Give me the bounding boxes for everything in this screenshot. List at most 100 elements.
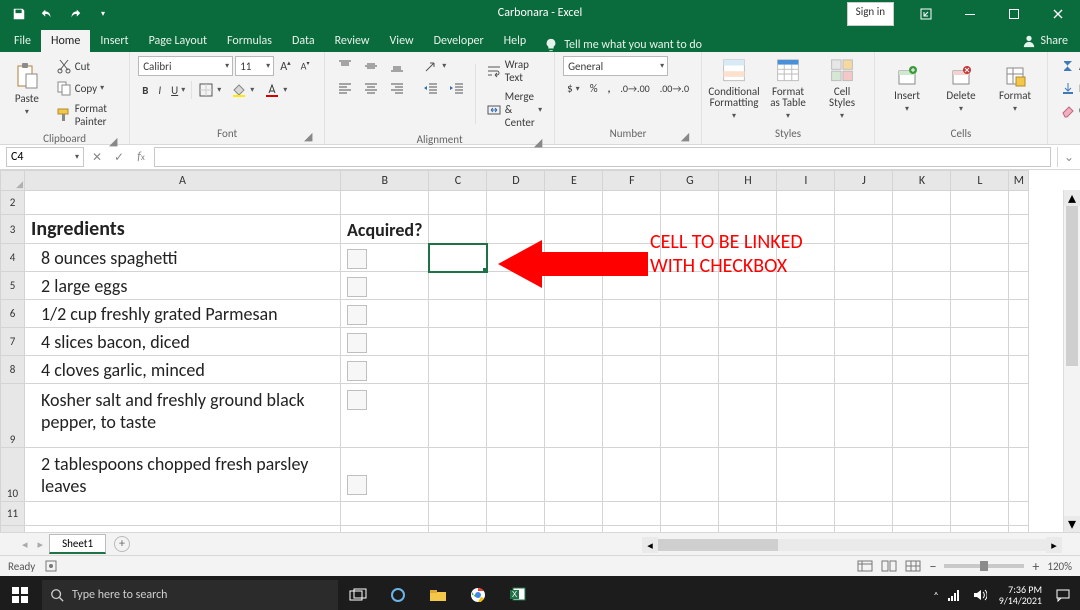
font-launcher-icon[interactable]: ◢: [302, 130, 314, 142]
row-header[interactable]: 9: [1, 384, 25, 448]
copy-button[interactable]: Copy ▾: [52, 78, 121, 98]
align-center-button[interactable]: [359, 78, 383, 98]
select-all-button[interactable]: ◢: [1, 171, 25, 191]
scroll-left-button[interactable]: ◂: [642, 537, 658, 553]
col-header[interactable]: M: [1009, 171, 1029, 191]
font-color-button[interactable]: ▾: [260, 80, 291, 100]
decrease-font-button[interactable]: A▾: [297, 57, 314, 74]
tab-review[interactable]: Review: [325, 30, 380, 52]
taskbar-clock[interactable]: 7:36 PM 9/14/2021: [995, 584, 1046, 606]
tab-home[interactable]: Home: [41, 30, 90, 52]
formula-input[interactable]: [154, 147, 1051, 167]
new-sheet-button[interactable]: +: [114, 536, 130, 552]
zoom-out-button[interactable]: −: [929, 558, 936, 575]
taskbar-app-chrome[interactable]: [458, 576, 498, 610]
share-button[interactable]: Share: [1010, 30, 1080, 52]
align-right-button[interactable]: [385, 78, 409, 98]
format-painter-button[interactable]: Format Painter: [52, 100, 121, 130]
clipboard-launcher-icon[interactable]: ◢: [107, 135, 119, 147]
row-header[interactable]: 3: [1, 215, 25, 244]
col-header[interactable]: L: [951, 171, 1009, 191]
wrap-text-button[interactable]: Wrap Text: [482, 56, 546, 86]
cell[interactable]: 4 cloves garlic, minced: [25, 356, 341, 384]
tab-insert[interactable]: Insert: [90, 30, 138, 52]
decrease-decimal-button[interactable]: .00→.0: [656, 80, 693, 97]
close-button[interactable]: [1036, 0, 1080, 28]
cell[interactable]: 2 tablespoons chopped fresh parsley leav…: [25, 448, 341, 502]
col-header[interactable]: J: [835, 171, 893, 191]
fill-color-button[interactable]: ▾: [227, 80, 258, 100]
checkbox-control[interactable]: [341, 448, 429, 502]
percent-button[interactable]: %: [586, 80, 602, 97]
comma-button[interactable]: ,: [604, 80, 615, 97]
col-header[interactable]: I: [777, 171, 835, 191]
scroll-up-button[interactable]: ▴: [1064, 190, 1080, 206]
col-header[interactable]: D: [487, 171, 545, 191]
minimize-button[interactable]: [948, 0, 992, 28]
conditional-formatting-button[interactable]: Conditional Formatting▾: [710, 56, 758, 122]
horizontal-scrollbar[interactable]: ◂ ▸: [642, 537, 1062, 553]
sheet-nav-next[interactable]: ▸: [34, 538, 48, 551]
tray-volume-icon[interactable]: [969, 576, 991, 610]
cell-styles-button[interactable]: Cell Styles▾: [818, 56, 866, 122]
row-header[interactable]: 2: [1, 191, 25, 215]
accounting-format-button[interactable]: $ ▾: [563, 80, 584, 97]
border-button[interactable]: ▾: [194, 80, 225, 100]
align-left-button[interactable]: [333, 78, 357, 98]
row-header[interactable]: 7: [1, 328, 25, 356]
align-bottom-button[interactable]: [385, 56, 409, 76]
cell[interactable]: 8 ounces spaghetti: [25, 244, 341, 272]
macro-record-icon[interactable]: [45, 560, 57, 572]
start-button[interactable]: [0, 576, 40, 610]
checkbox-control[interactable]: [341, 384, 429, 448]
increase-indent-button[interactable]: [445, 78, 469, 98]
view-page-layout-button[interactable]: [881, 560, 897, 572]
checkbox-control[interactable]: [341, 328, 429, 356]
cell[interactable]: 2 large eggs: [25, 272, 341, 300]
tell-me[interactable]: Tell me what you want to do: [544, 38, 702, 52]
taskbar-app-explorer[interactable]: [418, 576, 458, 610]
checkbox-control[interactable]: [341, 300, 429, 328]
delete-cells-button[interactable]: Delete▾: [937, 56, 985, 122]
fx-button[interactable]: fx: [130, 147, 152, 167]
qat-customize[interactable]: ▾: [90, 3, 116, 25]
sheet-tab[interactable]: Sheet1: [49, 534, 106, 554]
tab-help[interactable]: Help: [494, 30, 537, 52]
vertical-scrollbar[interactable]: ▴ ▾: [1063, 190, 1080, 532]
font-size-select[interactable]: 11▾: [235, 56, 274, 76]
cell[interactable]: Kosher salt and freshly ground black pep…: [25, 384, 341, 448]
col-header[interactable]: C: [429, 171, 487, 191]
paste-button[interactable]: Paste▾: [8, 56, 46, 122]
row-header[interactable]: 11: [1, 502, 25, 526]
cell-header-ingredients[interactable]: Ingredients: [25, 215, 341, 244]
expand-formula-bar[interactable]: ⌄: [1057, 147, 1080, 167]
checkbox-control[interactable]: [341, 272, 429, 300]
decrease-indent-button[interactable]: [419, 78, 443, 98]
orientation-button[interactable]: ▾: [419, 56, 450, 76]
fill-button[interactable]: Fill ▾: [1056, 78, 1080, 98]
autosum-button[interactable]: AutoSum ▾: [1056, 56, 1080, 76]
tray-network-icon[interactable]: [943, 576, 965, 610]
tab-data[interactable]: Data: [282, 30, 325, 52]
tab-developer[interactable]: Developer: [424, 30, 494, 52]
clear-button[interactable]: Clear ▾: [1056, 100, 1080, 120]
zoom-level[interactable]: 120%: [1047, 560, 1072, 573]
cut-button[interactable]: Cut: [52, 56, 121, 76]
row-header[interactable]: 8: [1, 356, 25, 384]
view-normal-button[interactable]: [857, 560, 873, 572]
ribbon-display-options[interactable]: [904, 0, 948, 28]
name-box[interactable]: C4▾: [6, 147, 84, 167]
increase-decimal-button[interactable]: .0→.00: [616, 80, 653, 97]
increase-font-button[interactable]: A▴: [276, 56, 294, 76]
cell-selected[interactable]: [429, 244, 487, 272]
cell-header-acquired[interactable]: Acquired?: [341, 215, 429, 244]
number-format-select[interactable]: General▾: [563, 56, 668, 76]
scroll-down-button[interactable]: ▾: [1064, 516, 1080, 532]
task-view-button[interactable]: [338, 576, 378, 610]
format-cells-button[interactable]: Format▾: [991, 56, 1039, 122]
col-header[interactable]: B: [341, 171, 429, 191]
cell[interactable]: 1/2 cup freshly grated Parmesan: [25, 300, 341, 328]
col-header[interactable]: A: [25, 171, 341, 191]
format-as-table-button[interactable]: Format as Table▾: [764, 56, 812, 122]
col-header[interactable]: E: [545, 171, 603, 191]
